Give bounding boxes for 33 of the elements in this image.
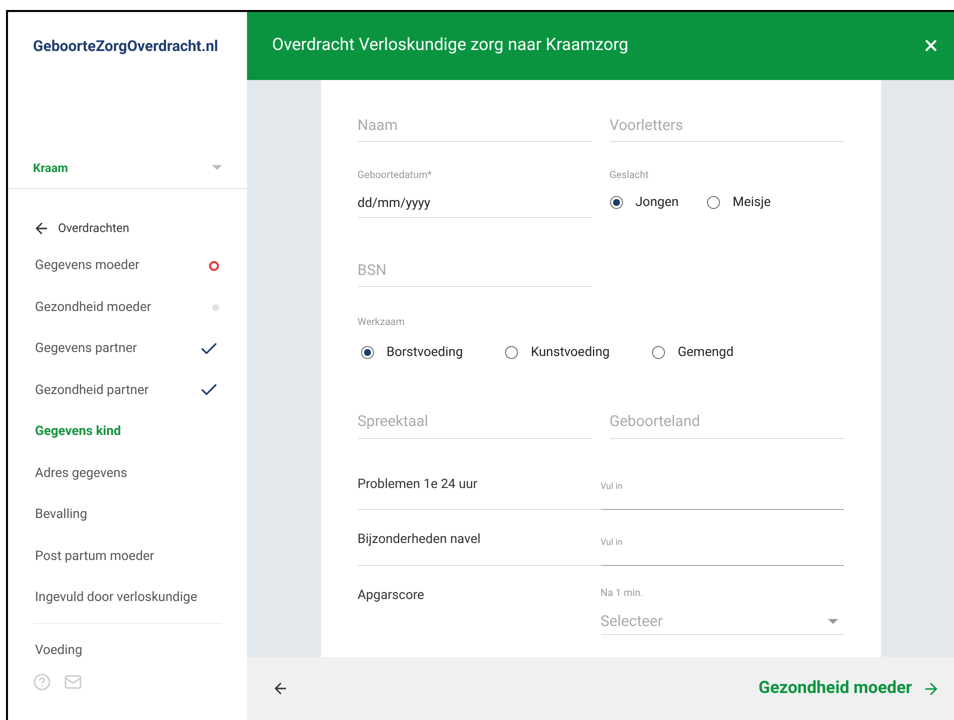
text-field[interactable]: Vul in	[600, 474, 844, 510]
nav-item[interactable]: Post partum moeder	[35, 546, 154, 566]
help-icon[interactable]	[33, 673, 51, 691]
radio-option[interactable]: Kunstvoeding	[504, 343, 610, 362]
field-label: Na 1 min.	[600, 586, 644, 600]
nav-item[interactable]: Gezondheid moeder	[35, 298, 152, 317]
nav-item[interactable]: Adres gegevens	[35, 464, 128, 483]
dialog-title: Overdracht Verloskundige zorg naar Kraamzorg	[272, 34, 628, 58]
row-label: Problemen 1e 24 uur	[358, 474, 600, 510]
app-logo: GeboorteZorgOverdracht.nl	[33, 36, 218, 57]
row-label: Bijzonderheden navel	[358, 530, 600, 566]
field-label: Werkzaam	[358, 316, 406, 330]
nav-item[interactable]: Voeding	[35, 640, 82, 660]
back-link[interactable]: Overdrachten	[33, 219, 130, 237]
radio-option[interactable]: Jongen	[610, 193, 679, 212]
nav-item[interactable]: Gezondheid partner	[35, 380, 149, 400]
nav-item[interactable]: Gegevens partner	[35, 339, 137, 358]
text-field[interactable]: Vul in	[600, 530, 844, 566]
back-button[interactable]	[272, 680, 289, 697]
nav-item[interactable]: Gegevens moeder	[35, 256, 140, 276]
nav-item[interactable]: Ingevuld door verloskundige	[35, 588, 198, 608]
radio-option[interactable]: Borstvoeding	[360, 343, 463, 362]
nav-item[interactable]: Bevalling	[35, 505, 88, 524]
radio-option[interactable]: Gemengd	[652, 343, 734, 362]
mail-icon[interactable]	[63, 673, 83, 691]
date-field[interactable]: dd/mm/yyyy	[358, 194, 592, 218]
radio-option[interactable]: Meisje	[706, 193, 771, 212]
close-button[interactable]: ×	[924, 33, 938, 59]
field-label: Geboortedatum*	[358, 169, 433, 183]
nav-item[interactable]: Gegevens kind	[35, 422, 121, 442]
field-label: Geslacht	[610, 169, 650, 183]
dropdown-caret-icon	[828, 618, 838, 624]
row-label: Apgarscore	[358, 586, 426, 604]
